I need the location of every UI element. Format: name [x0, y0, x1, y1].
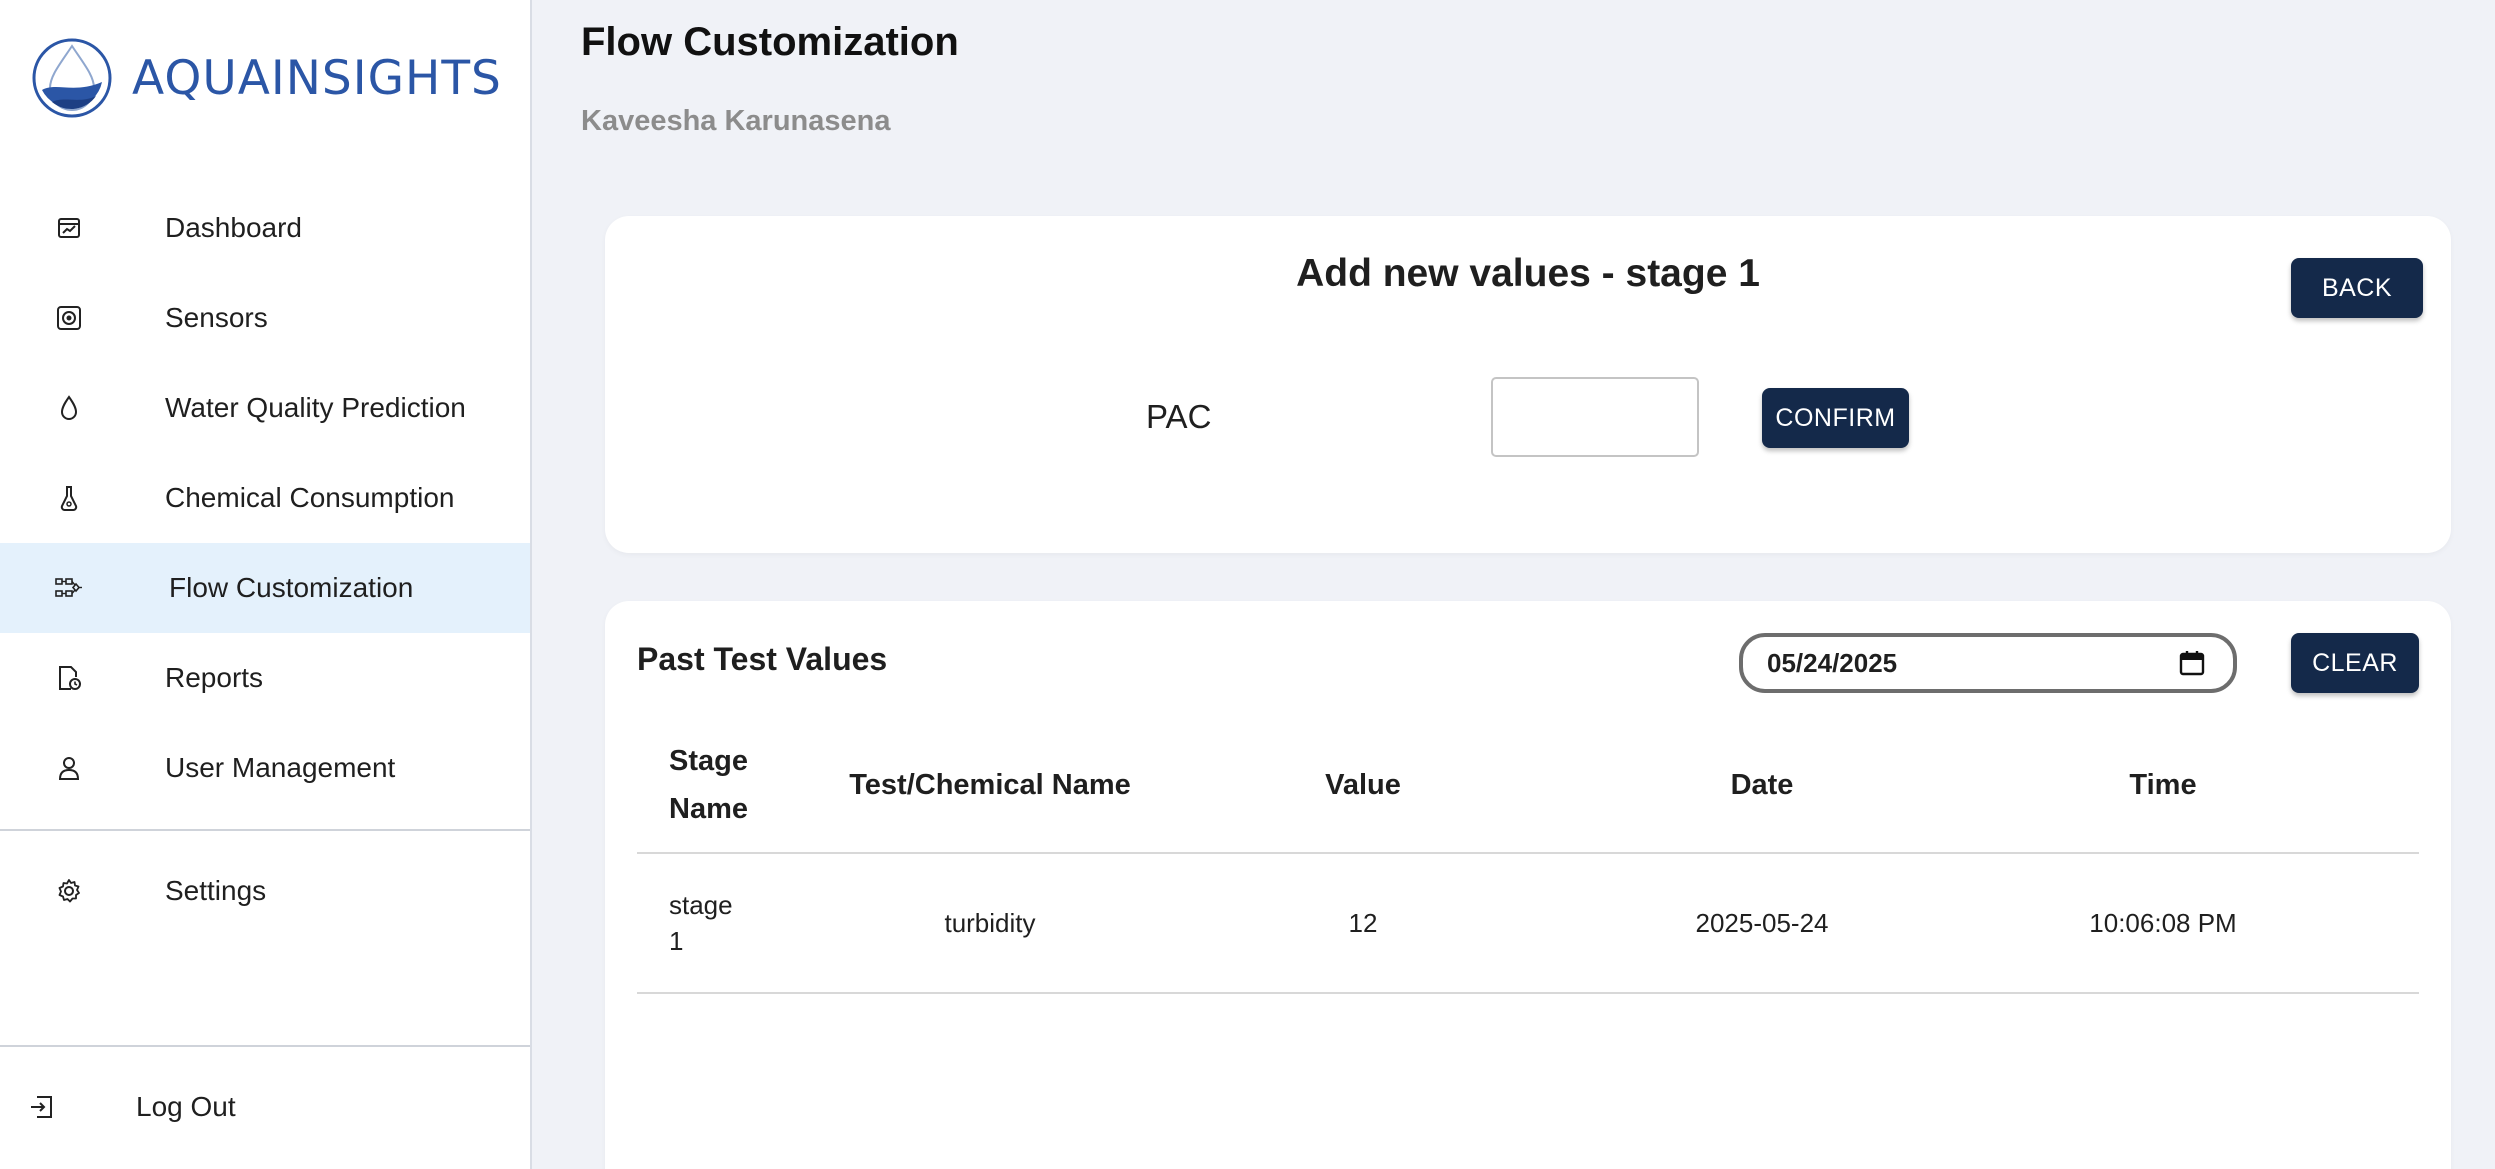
sidebar-item-label: Water Quality Prediction [165, 392, 466, 423]
report-icon [54, 663, 84, 693]
sidebar-item-label: Flow Customization [169, 572, 414, 603]
cell-test-name: turbidity [944, 907, 1036, 938]
past-test-values-title: Past Test Values [637, 641, 888, 677]
cell-date: 2025-05-24 [1695, 907, 1829, 938]
column-header-time: Time [2129, 768, 2197, 801]
sidebar-item-reports[interactable]: Reports [0, 633, 530, 723]
logout-label: Log Out [136, 1091, 236, 1122]
pac-label: PAC [1146, 398, 1212, 435]
sidebar-item-chemical-consumption[interactable]: Chemical Consumption [0, 453, 530, 543]
back-button[interactable]: BACK [2291, 258, 2423, 318]
column-header-date: Date [1730, 768, 1794, 801]
add-values-heading: Add new values - stage 1 [1296, 252, 1760, 295]
column-header-test-name: Test/Chemical Name [849, 768, 1131, 801]
pac-value-input[interactable] [1491, 377, 1699, 457]
brand-name: AQUAINSIGHTS [132, 50, 502, 106]
sidebar-divider [0, 829, 530, 831]
sidebar-item-user-management[interactable]: User Management [0, 723, 530, 813]
clear-button[interactable]: CLEAR [2291, 633, 2419, 693]
flow-icon [54, 573, 84, 603]
cell-value: 12 [1348, 907, 1378, 938]
sidebar-item-label: Reports [165, 662, 264, 693]
sensor-icon [54, 303, 84, 333]
sidebar-item-label: Dashboard [165, 212, 302, 243]
cell-time: 10:06:08 PM [2089, 907, 2237, 938]
sidebar-item-label: Sensors [165, 302, 268, 333]
sidebar-divider [0, 1045, 530, 1047]
past-test-values-card: Past Test Values 05/24/2025 CLEAR Stage … [605, 601, 2451, 1169]
sidebar-item-water-quality-prediction[interactable]: Water Quality Prediction [0, 363, 530, 453]
sidebar-item-label: Chemical Consumption [165, 482, 455, 513]
past-values-table: Stage Name Test/Chemical Name Value Date… [637, 718, 2419, 994]
table-header-row: Stage Name Test/Chemical Name Value Date… [637, 718, 2419, 854]
sidebar-item-settings[interactable]: Settings [0, 846, 530, 936]
table-row: stage 1 turbidity 12 2025-05-24 10:06:08… [637, 854, 2419, 994]
droplet-icon [54, 393, 84, 423]
user-icon [54, 753, 84, 783]
page-title: Flow Customization [581, 20, 959, 64]
flask-icon [54, 483, 84, 513]
date-filter-value: 05/24/2025 [1767, 647, 1898, 678]
calendar-icon[interactable] [2179, 649, 2205, 677]
sidebar-item-dashboard[interactable]: Dashboard [0, 183, 530, 273]
chart-icon [54, 213, 84, 243]
logout-button[interactable]: Log Out [0, 1062, 530, 1152]
brand-logo[interactable]: AQUAINSIGHTS [30, 36, 502, 120]
sidebar-item-flow-customization[interactable]: Flow Customization [0, 543, 530, 633]
sidebar-nav: Dashboard Sensors Water Quality Predicti… [0, 183, 530, 813]
confirm-button[interactable]: CONFIRM [1762, 388, 1909, 448]
sidebar-item-sensors[interactable]: Sensors [0, 273, 530, 363]
add-values-card: Add new values - stage 1 BACK PAC CONFIR… [605, 216, 2451, 553]
sidebar-item-label: User Management [165, 752, 396, 783]
sidebar: AQUAINSIGHTS Dashboard Sensors Water Qua… [0, 0, 532, 1169]
sidebar-item-label: Settings [165, 875, 267, 906]
gear-icon [54, 876, 84, 906]
column-header-value: Value [1325, 768, 1401, 801]
cell-stage-name: stage 1 [669, 890, 733, 956]
column-header-stage-name: Stage Name [669, 745, 748, 825]
user-name: Kaveesha Karunasena [581, 105, 891, 137]
aquainsights-logo-icon [32, 38, 112, 118]
logout-icon [26, 1092, 56, 1122]
date-filter-input[interactable]: 05/24/2025 [1739, 633, 2237, 693]
